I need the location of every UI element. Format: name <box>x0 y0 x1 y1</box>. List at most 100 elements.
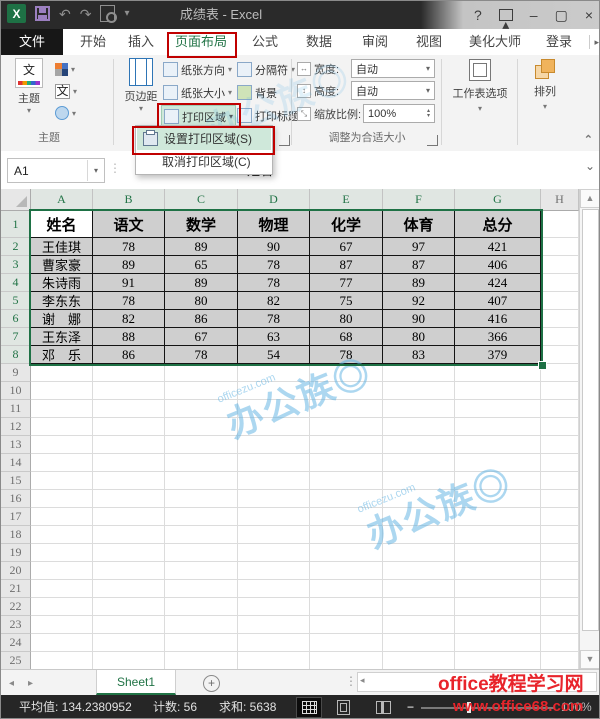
cell-C24[interactable] <box>165 634 238 652</box>
cell-E2[interactable]: 67 <box>310 238 383 256</box>
row-header-3[interactable]: 3 <box>1 256 31 274</box>
name-box[interactable]: A1 ▾ <box>7 158 105 183</box>
cell-C18[interactable] <box>165 526 238 544</box>
select-all-button[interactable] <box>1 189 31 211</box>
tab-insert[interactable]: 插入 <box>119 29 163 55</box>
cell-E15[interactable] <box>310 472 383 490</box>
cell-H4[interactable] <box>541 274 579 292</box>
cell-H14[interactable] <box>541 454 579 472</box>
cell-D21[interactable] <box>238 580 310 598</box>
row-header-15[interactable]: 15 <box>1 472 31 490</box>
cell-D16[interactable] <box>238 490 310 508</box>
cell-E20[interactable] <box>310 562 383 580</box>
cell-G24[interactable] <box>455 634 541 652</box>
cell-A21[interactable] <box>31 580 93 598</box>
cell-E14[interactable] <box>310 454 383 472</box>
cell-G2[interactable]: 421 <box>455 238 541 256</box>
cell-D25[interactable] <box>238 652 310 669</box>
name-box-dropdown-icon[interactable]: ▾ <box>87 160 104 181</box>
row-header-24[interactable]: 24 <box>1 634 31 652</box>
cell-B1[interactable]: 语文 <box>93 211 165 238</box>
scale-dialog-launcher-icon[interactable] <box>427 135 438 146</box>
cell-A8[interactable]: 邓 乐 <box>31 346 93 364</box>
scale-spinner[interactable]: 100% ▴ ▾ <box>363 104 435 123</box>
tab-signin[interactable]: 登录 <box>537 29 581 55</box>
cell-A22[interactable] <box>31 598 93 616</box>
cell-F14[interactable] <box>383 454 455 472</box>
cell-H18[interactable] <box>541 526 579 544</box>
page-break-view-button[interactable] <box>371 698 395 717</box>
cell-G5[interactable]: 407 <box>455 292 541 310</box>
cell-D20[interactable] <box>238 562 310 580</box>
cell-G4[interactable]: 424 <box>455 274 541 292</box>
cell-D10[interactable] <box>238 382 310 400</box>
cell-A20[interactable] <box>31 562 93 580</box>
sheet-nav-right-icon[interactable]: ▸ <box>28 678 33 689</box>
cell-F23[interactable] <box>383 616 455 634</box>
cell-H22[interactable] <box>541 598 579 616</box>
cell-B20[interactable] <box>93 562 165 580</box>
cell-H7[interactable] <box>541 328 579 346</box>
cell-C17[interactable] <box>165 508 238 526</box>
cell-A7[interactable]: 王东泽 <box>31 328 93 346</box>
cell-C22[interactable] <box>165 598 238 616</box>
cell-D18[interactable] <box>238 526 310 544</box>
zoom-out-button[interactable]: − <box>407 695 414 718</box>
cell-G25[interactable] <box>455 652 541 669</box>
menu-item-set-print-area[interactable]: 设置打印区域(S) <box>137 127 271 150</box>
cell-A23[interactable] <box>31 616 93 634</box>
cell-B13[interactable] <box>93 436 165 454</box>
cell-A2[interactable]: 王佳琪 <box>31 238 93 256</box>
cell-G23[interactable] <box>455 616 541 634</box>
cell-A11[interactable] <box>31 400 93 418</box>
cell-F15[interactable] <box>383 472 455 490</box>
cell-A5[interactable]: 李东东 <box>31 292 93 310</box>
cell-D8[interactable]: 54 <box>238 346 310 364</box>
cell-H24[interactable] <box>541 634 579 652</box>
cell-F2[interactable]: 97 <box>383 238 455 256</box>
cell-E4[interactable]: 77 <box>310 274 383 292</box>
tab-review[interactable]: 审阅 <box>353 29 397 55</box>
cell-A19[interactable] <box>31 544 93 562</box>
cell-D24[interactable] <box>238 634 310 652</box>
row-header-4[interactable]: 4 <box>1 274 31 292</box>
cell-F19[interactable] <box>383 544 455 562</box>
cell-B6[interactable]: 82 <box>93 310 165 328</box>
cell-H21[interactable] <box>541 580 579 598</box>
cell-F13[interactable] <box>383 436 455 454</box>
column-header-H[interactable]: H <box>541 189 579 211</box>
row-header-14[interactable]: 14 <box>1 454 31 472</box>
cell-G12[interactable] <box>455 418 541 436</box>
vertical-scrollbar[interactable]: ▲ ▼ <box>579 189 599 669</box>
arrange-button[interactable]: 排列 ▾ <box>523 59 567 111</box>
cell-A4[interactable]: 朱诗雨 <box>31 274 93 292</box>
tab-formulas[interactable]: 公式 <box>243 29 287 55</box>
cell-D17[interactable] <box>238 508 310 526</box>
cell-D1[interactable]: 物理 <box>238 211 310 238</box>
cell-G20[interactable] <box>455 562 541 580</box>
cell-C13[interactable] <box>165 436 238 454</box>
sheet-options-button[interactable]: 工作表选项 ▾ <box>447 59 513 113</box>
cell-A25[interactable] <box>31 652 93 669</box>
cell-E13[interactable] <box>310 436 383 454</box>
cell-H25[interactable] <box>541 652 579 669</box>
cell-A12[interactable] <box>31 418 93 436</box>
cell-A16[interactable] <box>31 490 93 508</box>
cell-G17[interactable] <box>455 508 541 526</box>
margins-button[interactable]: 页边距 ▾ <box>119 58 163 113</box>
cell-B12[interactable] <box>93 418 165 436</box>
cell-B22[interactable] <box>93 598 165 616</box>
cell-G3[interactable]: 406 <box>455 256 541 274</box>
help-icon[interactable]: ? <box>474 1 482 29</box>
cell-F16[interactable] <box>383 490 455 508</box>
ribbon-display-options-icon[interactable]: ▴ <box>498 9 513 32</box>
cell-B14[interactable] <box>93 454 165 472</box>
theme-colors-button[interactable]: ▾ <box>55 60 75 78</box>
cell-E22[interactable] <box>310 598 383 616</box>
row-header-2[interactable]: 2 <box>1 238 31 256</box>
cell-G16[interactable] <box>455 490 541 508</box>
cell-B24[interactable] <box>93 634 165 652</box>
cell-G15[interactable] <box>455 472 541 490</box>
cell-G1[interactable]: 总分 <box>455 211 541 238</box>
paper-size-button[interactable]: 纸张大小 ▾ <box>161 82 234 103</box>
